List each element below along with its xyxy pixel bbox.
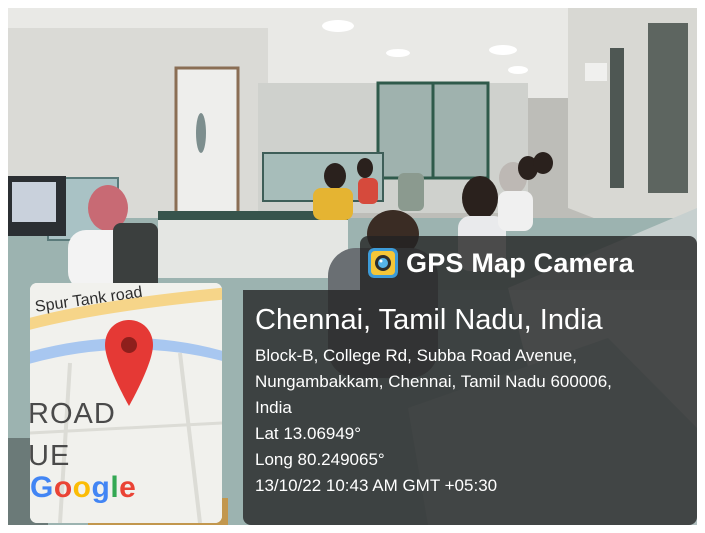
google-logo: Google xyxy=(30,471,137,504)
map-area-label-line2: UE xyxy=(30,440,71,472)
address-block: Block-B, College Rd, Subba Road Avenue, … xyxy=(255,343,697,499)
location-info-panel: Chennai, Tamil Nadu, India Block-B, Coll… xyxy=(243,290,697,525)
city-name: Chennai, Tamil Nadu, India xyxy=(255,304,603,336)
map-pin-icon xyxy=(105,320,153,406)
stamp-title-bar: GPS Map Camera xyxy=(360,236,697,290)
map-area-label-line1: ROAD xyxy=(30,398,116,430)
address-line: Block-B, College Rd, Subba Road Avenue, xyxy=(255,346,577,365)
address-line: Nungambakkam, Chennai, Tamil Nadu 600006… xyxy=(255,372,612,391)
photo-frame: GPS Map Camera Spur Tank road ROAD UE Go… xyxy=(8,8,697,525)
timestamp: 13/10/22 10:43 AM GMT +05:30 xyxy=(255,476,498,495)
longitude: Long 80.249065° xyxy=(255,450,385,469)
location-map: Spur Tank road ROAD UE Google xyxy=(30,283,222,523)
camera-app-icon xyxy=(368,248,398,278)
app-title: GPS Map Camera xyxy=(406,247,634,278)
latitude: Lat 13.06949° xyxy=(255,424,362,443)
address-line: India xyxy=(255,398,292,417)
